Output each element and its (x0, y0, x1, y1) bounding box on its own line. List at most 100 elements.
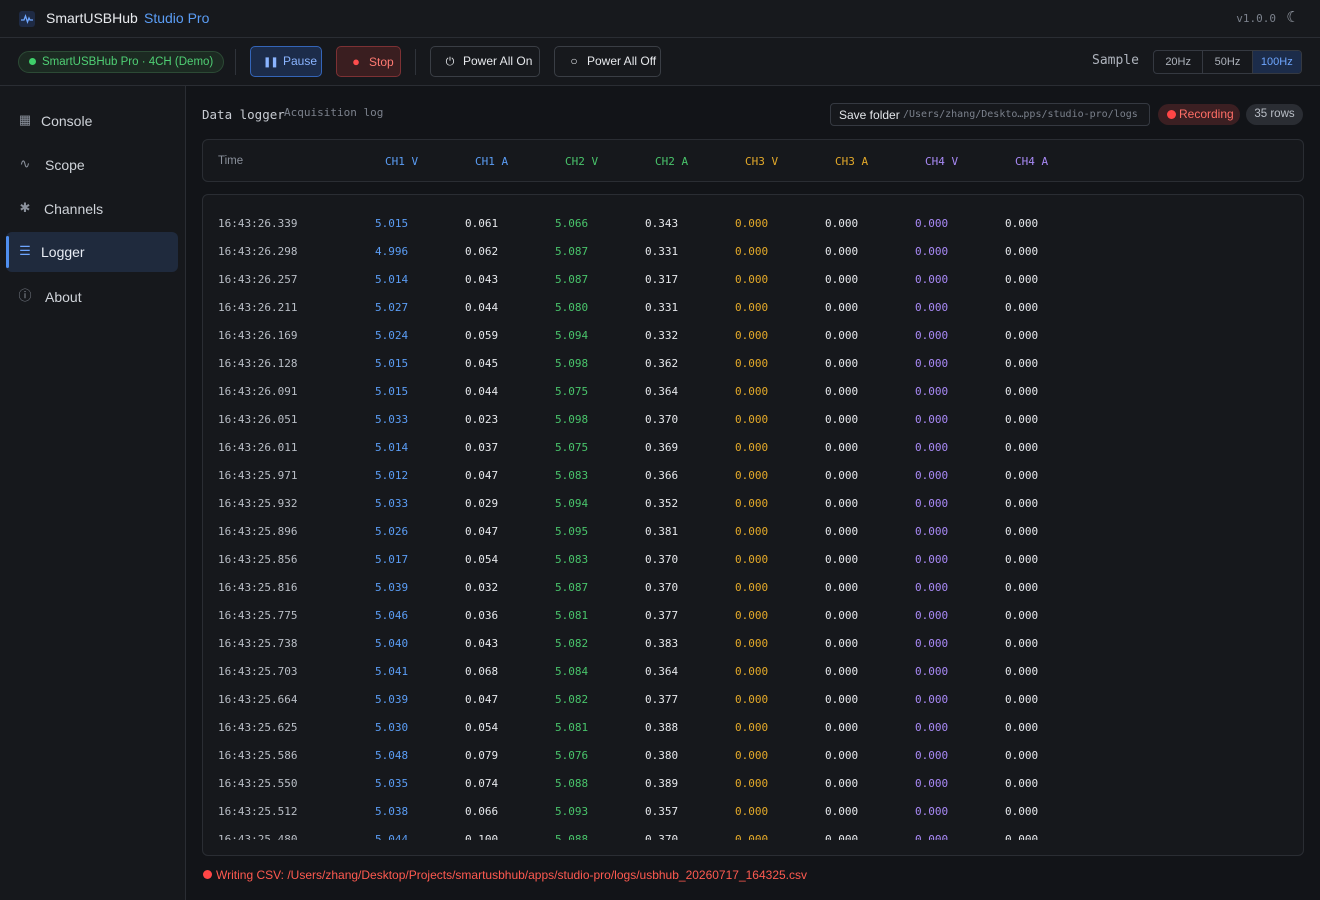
cell-time: 16:43:26.298 (218, 245, 298, 258)
cell-ch1-v: 5.040 (375, 637, 409, 650)
cell-ch1-a: 0.044 (465, 385, 499, 398)
cell-ch3-a: 0.000 (825, 441, 859, 454)
cell-ch2-a: 0.370 (645, 553, 679, 566)
table-row[interactable]: 16:43:25.896 5.026 0.047 5.095 0.381 0.000 0.0… (203, 517, 1303, 545)
cell-ch3-a: 0.000 (825, 553, 859, 566)
table-row[interactable]: 16:43:26.211 5.027 0.044 5.080 0.331 0.000 0.0… (203, 293, 1303, 321)
power-icon: ⏻ (445, 56, 455, 68)
cell-ch2-v: 5.075 (555, 385, 589, 398)
table-row[interactable]: 16:43:26.128 5.015 0.045 5.098 0.362 0.000 0.0… (203, 349, 1303, 377)
cell-time: 16:43:25.738 (218, 637, 298, 650)
cell-time: 16:43:26.051 (218, 413, 298, 426)
table-row[interactable]: 16:43:26.169 5.024 0.059 5.094 0.332 0.000 0.0… (203, 321, 1303, 349)
save-folder-field[interactable]: Save folder /Users/zhang/Deskto…pps/stud… (830, 103, 1150, 126)
table-row[interactable]: 16:43:25.775 5.046 0.036 5.081 0.377 0.000 0.0… (203, 601, 1303, 629)
cell-ch3-v: 0.000 (735, 273, 769, 286)
cell-ch3-v: 0.000 (735, 245, 769, 258)
table-row[interactable]: 16:43:25.971 5.012 0.047 5.083 0.366 0.000 0.0… (203, 461, 1303, 489)
cell-ch3-v: 0.000 (735, 665, 769, 678)
cell-time: 16:43:26.091 (218, 385, 298, 398)
cell-time: 16:43:25.856 (218, 553, 298, 566)
power-all-on-button[interactable]: ⏻ Power All On (430, 46, 540, 77)
sidebar-item-about[interactable]: ⓘ About (6, 277, 178, 317)
sidebar-item-channels[interactable]: ✱ Channels (6, 189, 178, 229)
sidebar-item-scope[interactable]: ∿ Scope (6, 145, 178, 185)
rate-option-20hz[interactable]: 20Hz (1154, 51, 1204, 73)
table-row[interactable]: 16:43:26.051 5.033 0.023 5.098 0.370 0.000 0.0… (203, 405, 1303, 433)
cell-ch4-v: 0.000 (915, 469, 949, 482)
cell-ch2-a: 0.357 (645, 805, 679, 818)
table-row[interactable]: 16:43:25.816 5.039 0.032 5.087 0.370 0.000 0.0… (203, 573, 1303, 601)
cell-ch3-a: 0.000 (825, 301, 859, 314)
moon-icon[interactable]: ☾ (1284, 8, 1302, 28)
cell-ch3-v: 0.000 (735, 413, 769, 426)
column-header-ch4-a: CH4 A (1015, 155, 1049, 168)
cell-ch3-v: 0.000 (735, 693, 769, 706)
cell-ch2-a: 0.343 (645, 217, 679, 230)
cell-ch4-a: 0.000 (1005, 413, 1039, 426)
table-row[interactable]: 16:43:25.550 5.035 0.074 5.088 0.389 0.000 0.0… (203, 769, 1303, 797)
table-row[interactable]: 16:43:25.625 5.030 0.054 5.081 0.388 0.000 0.0… (203, 713, 1303, 741)
cell-ch1-v: 5.033 (375, 413, 409, 426)
sidebar-item-label: Logger (41, 244, 85, 260)
cell-ch3-a: 0.000 (825, 329, 859, 342)
save-folder-path: /Users/zhang/Deskto…pps/studio-pro/logs (903, 109, 1138, 120)
cell-ch2-a: 0.383 (645, 637, 679, 650)
table-row[interactable]: 16:43:25.738 5.040 0.043 5.082 0.383 0.000 0.0… (203, 629, 1303, 657)
sidebar-item-console[interactable]: ▦ Console (6, 101, 178, 141)
cell-ch3-a: 0.000 (825, 385, 859, 398)
table-row[interactable]: 16:43:26.339 5.015 0.061 5.066 0.343 0.000 0.0… (203, 209, 1303, 237)
cell-ch2-a: 0.377 (645, 609, 679, 622)
table-row[interactable]: 16:43:25.664 5.039 0.047 5.082 0.377 0.000 0.0… (203, 685, 1303, 713)
table-header: Time CH1 V CH1 A CH2 V CH2 A CH3 V CH3 A… (202, 139, 1304, 182)
table-row[interactable]: 16:43:25.512 5.038 0.066 5.093 0.357 0.000 0.0… (203, 797, 1303, 825)
cell-ch1-v: 5.046 (375, 609, 409, 622)
cell-ch1-v: 5.033 (375, 497, 409, 510)
cell-time: 16:43:26.257 (218, 273, 298, 286)
sidebar-item-logger[interactable]: ☰ Logger (6, 232, 178, 272)
rate-option-100hz[interactable]: 100Hz (1252, 51, 1301, 73)
stop-label: Stop (369, 55, 394, 69)
cell-ch2-v: 5.094 (555, 329, 589, 342)
rate-option-50hz[interactable]: 50Hz (1203, 51, 1253, 73)
cell-time: 16:43:26.211 (218, 301, 298, 314)
cell-ch2-v: 5.088 (555, 833, 589, 840)
cell-ch4-a: 0.000 (1005, 469, 1039, 482)
cell-ch2-v: 5.082 (555, 693, 589, 706)
cell-ch3-a: 0.000 (825, 665, 859, 678)
cell-ch3-a: 0.000 (825, 777, 859, 790)
power-all-off-button[interactable]: ○ Power All Off (554, 46, 661, 77)
table-row[interactable]: 16:43:26.298 4.996 0.062 5.087 0.331 0.000 0.0… (203, 237, 1303, 265)
table-row[interactable]: 16:43:25.856 5.017 0.054 5.083 0.370 0.000 0.0… (203, 545, 1303, 573)
table-row[interactable]: 16:43:26.257 5.014 0.043 5.087 0.317 0.000 0.0… (203, 265, 1303, 293)
cell-ch2-v: 5.083 (555, 553, 589, 566)
table-row[interactable]: 16:43:26.011 5.014 0.037 5.075 0.369 0.000 0.0… (203, 433, 1303, 461)
column-header-ch1-a: CH1 A (475, 155, 509, 168)
cell-ch3-v: 0.000 (735, 357, 769, 370)
page-subtitle: Acquisition log (284, 106, 384, 119)
pause-label: Pause (283, 54, 318, 68)
sample-rate-selector: 20Hz 50Hz 100Hz (1153, 50, 1302, 74)
cell-ch2-v: 5.087 (555, 245, 589, 258)
table-row[interactable]: 16:43:25.480 5.044 0.100 5.088 0.370 0.000 0.0… (203, 825, 1303, 840)
wave-icon: ∿ (19, 156, 31, 171)
cell-ch2-a: 0.364 (645, 665, 679, 678)
sidebar: ▦ Console ∿ Scope ✱ Channels ☰ Logger ⓘ … (0, 86, 186, 900)
stop-button[interactable]: ● Stop (336, 46, 401, 77)
table-row[interactable]: 16:43:25.932 5.033 0.029 5.094 0.352 0.000 0.0… (203, 489, 1303, 517)
column-header-ch3-v: CH3 V (745, 155, 779, 168)
cell-ch2-a: 0.332 (645, 329, 679, 342)
cell-ch4-a: 0.000 (1005, 833, 1039, 840)
table-row[interactable]: 16:43:26.091 5.015 0.044 5.075 0.364 0.000 0.0… (203, 377, 1303, 405)
title-bar: SmartUSBHub Studio Pro v1.0.0 ☾ (0, 0, 1320, 38)
cell-ch1-a: 0.100 (465, 833, 499, 840)
cell-ch1-a: 0.047 (465, 525, 499, 538)
log-table[interactable]: 16:43:26.339 5.015 0.061 5.066 0.343 0.000 0.0… (202, 194, 1304, 856)
table-row[interactable]: 16:43:25.703 5.041 0.068 5.084 0.364 0.000 0.0… (203, 657, 1303, 685)
cell-ch4-v: 0.000 (915, 441, 949, 454)
csv-status-text: Writing CSV: /Users/zhang/Desktop/Projec… (216, 868, 808, 882)
grid-icon: ▦ (18, 112, 32, 127)
pause-button[interactable]: ❚❚ Pause (250, 46, 322, 77)
power-on-label: Power All On (463, 54, 533, 68)
table-row[interactable]: 16:43:25.586 5.048 0.079 5.076 0.380 0.000 0.0… (203, 741, 1303, 769)
